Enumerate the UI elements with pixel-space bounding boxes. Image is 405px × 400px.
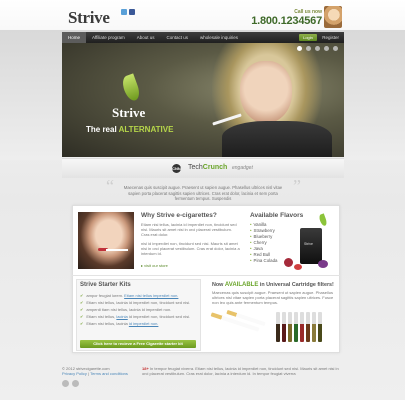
privacy-link[interactable]: Privacy Policy (62, 371, 87, 376)
kit-item: Etiam nisi tellus, lacinia id imperdiet … (80, 299, 190, 306)
login-button[interactable]: Login (299, 34, 317, 41)
register-link[interactable]: Register (322, 32, 339, 43)
slider-dot[interactable] (306, 46, 311, 51)
slider-dot[interactable] (333, 46, 338, 51)
site-logo[interactable]: Strive (68, 8, 110, 28)
hero-banner: Strive The real ALTERNATIVE (62, 43, 344, 157)
nav-affiliate[interactable]: Affiliate program (86, 32, 131, 43)
blueberry-image (318, 260, 328, 268)
testimonial-quote: “ Maecenas quis suscipit augue. Praesent… (62, 176, 344, 204)
terms-link[interactable]: Terms and conditions (90, 371, 128, 376)
site-header: Strive Call us now 1.800.1234567 (62, 4, 344, 30)
cartridge (312, 312, 316, 342)
leaf-logo-icon (119, 73, 143, 103)
why-title: Why Strive e-cigarettes? (141, 212, 217, 219)
open-quote-icon: “ (106, 176, 114, 196)
hero-brand: Strive (112, 105, 146, 120)
visit-store-link[interactable]: ▸ visit our store (141, 263, 168, 268)
hero-tagline: The real ALTERNATIVE (86, 125, 174, 134)
kit-item-link[interactable]: lacinia (116, 314, 127, 319)
why-paragraph-2: nisl id imperdiet non, tincidunt sed nis… (141, 240, 240, 257)
available-text: Maecenas quis suscipit augue. Praesent u… (212, 290, 334, 305)
support-avatar (324, 6, 342, 28)
kit-item-link[interactable]: Etiam nisi tellus imperdiet non. (124, 293, 178, 298)
phone-number: 1.800.1234567 (251, 15, 322, 27)
why-text: Etiam nisi tellus, lacinia id imperdiet … (141, 222, 241, 259)
free-starter-kit-button[interactable]: Click here to recieve a Free Cigarette s… (80, 340, 196, 348)
facebook-icon[interactable] (62, 380, 69, 387)
twitter-icon[interactable] (121, 9, 127, 15)
nav-wholesale[interactable]: wholesale inquiries (194, 32, 244, 43)
nav-about[interactable]: About us (131, 32, 161, 43)
starter-kits-list: ampor feugiat lorem. Etiam nisi tellus i… (80, 292, 190, 327)
nav-home[interactable]: Home (62, 32, 87, 43)
cartridge (294, 312, 298, 342)
social-links (121, 9, 135, 15)
why-section-image (78, 212, 134, 269)
footer-copyright: © 2012 strivecigarette.com Privacy Polic… (62, 366, 128, 376)
press-logo-techcrunch: TechCrunch (188, 164, 228, 171)
why-paragraph-1: Etiam nisi tellus, lacinia id imperdiet … (141, 222, 237, 238)
kit-item: Etiam nisi tellus, lacinia id imperdiet … (80, 320, 190, 327)
close-quote-icon: ” (293, 176, 301, 196)
footer-warning: 18+ In tempor feugiat viverra. Etiam nis… (142, 366, 339, 376)
cartridges-image (276, 312, 322, 342)
cartridge (306, 312, 310, 342)
kit-item-link[interactable]: id imperdiet non. (129, 321, 159, 326)
cartridge (288, 312, 292, 342)
cartridge (282, 312, 286, 342)
flavors-list: Vanilla Strawberry Blueberry Cherry Java… (250, 222, 278, 264)
main-nav: Home Affiliate program About us Contact … (62, 32, 344, 43)
slider-dots (297, 46, 338, 51)
product-box-image (300, 228, 322, 264)
hero-model-face (240, 61, 292, 123)
cartridge (318, 312, 322, 342)
slider-dot[interactable] (297, 46, 302, 51)
press-strip: CNN TechCrunch engadget (62, 158, 344, 178)
kit-item: ampor feugiat lorem. Etiam nisi tellus i… (80, 292, 190, 299)
kit-item: amperdi tiam nisi tellus, lacinia id imp… (80, 306, 190, 313)
cartridge (300, 312, 304, 342)
cherry-image (284, 258, 293, 267)
twitter-icon[interactable] (72, 380, 79, 387)
panel-divider (72, 275, 340, 276)
strawberry-image (294, 264, 302, 270)
starter-kits-title: Strive Starter Kits (80, 282, 131, 288)
slider-dot[interactable] (324, 46, 329, 51)
nav-contact[interactable]: Contact us (160, 32, 194, 43)
available-title: Now AVAILABLE in Universal Cartridge fil… (212, 282, 334, 288)
why-image-cigarette (106, 249, 128, 251)
hero-model-body (222, 121, 332, 157)
footer-social-icons (62, 380, 79, 387)
kit-item: Etiam nisi tellus, lacinia id imperdiet … (80, 313, 190, 320)
slider-dot[interactable] (315, 46, 320, 51)
flavors-title: Available Flavors (250, 212, 304, 219)
flavor-item: Pina Colada (250, 258, 278, 264)
press-logo-cnn: CNN (172, 164, 181, 173)
press-logo-engadget: engadget (232, 165, 253, 171)
facebook-icon[interactable] (129, 9, 135, 15)
product-box-label: Strive (304, 242, 313, 246)
cartridge (276, 312, 280, 342)
quote-text: Maecenas quis suscipit augue. Praesent u… (123, 185, 283, 201)
